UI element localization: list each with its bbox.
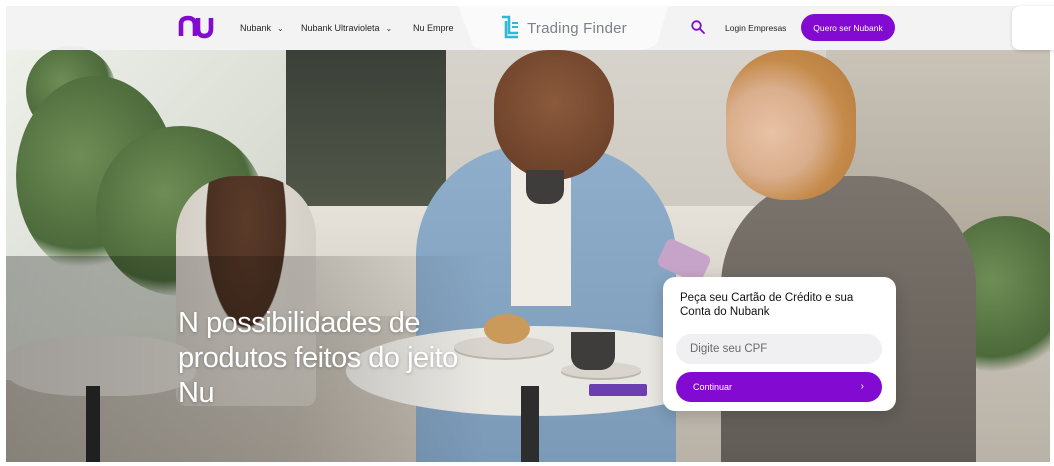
login-empresas-link[interactable]: Login Empresas xyxy=(725,6,786,50)
trading-finder-watermark: Trading Finder xyxy=(458,6,668,50)
watermark-text: Trading Finder xyxy=(527,19,627,37)
search-icon[interactable] xyxy=(690,19,706,35)
side-floating-widget[interactable] xyxy=(1012,6,1054,50)
continue-button[interactable]: Continuar › xyxy=(676,372,882,402)
hero-title: N possibilidades de produtos feitos do j… xyxy=(178,307,458,409)
trading-finder-logo-icon xyxy=(502,15,519,39)
top-navigation-bar: Nubank ⌄ Nubank Ultravioleta ⌄ Nu Empre … xyxy=(6,6,1050,50)
cpf-input[interactable] xyxy=(676,334,882,364)
quero-ser-nubank-button[interactable]: Quero ser Nubank xyxy=(801,14,895,41)
nav-item-nubank[interactable]: Nubank ⌄ xyxy=(240,6,284,50)
signup-card: Peça seu Cartão de Crédito e sua Conta d… xyxy=(663,277,896,411)
nav-item-label: Nubank xyxy=(240,23,272,33)
nav-item-empresas[interactable]: Nu Empre xyxy=(413,6,454,50)
nav-item-ultravioleta[interactable]: Nubank Ultravioleta ⌄ xyxy=(301,6,392,50)
page-frame: Nubank ⌄ Nubank Ultravioleta ⌄ Nu Empre … xyxy=(6,6,1050,462)
nav-item-label: Nubank Ultravioleta xyxy=(301,23,380,33)
nu-logo[interactable] xyxy=(178,14,214,40)
chevron-right-icon: › xyxy=(860,381,864,392)
nav-item-label: Nu Empre xyxy=(413,23,454,33)
signup-card-title: Peça seu Cartão de Crédito e sua Conta d… xyxy=(680,292,854,318)
continue-button-label: Continuar xyxy=(693,382,733,392)
chevron-down-icon: ⌄ xyxy=(277,23,284,33)
chevron-down-icon: ⌄ xyxy=(385,23,393,33)
